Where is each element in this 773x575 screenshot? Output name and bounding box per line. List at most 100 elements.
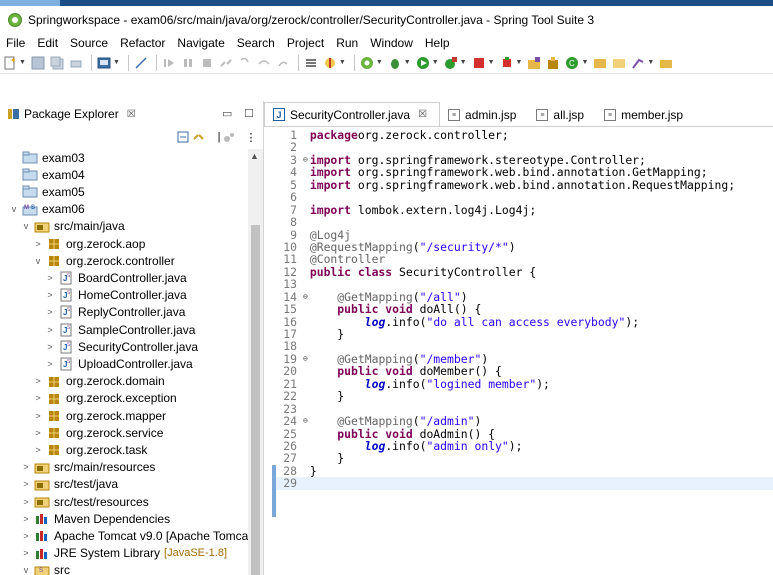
menu-search[interactable]: Search <box>237 36 275 50</box>
tree-item[interactable]: > org.zerock.service <box>0 424 163 441</box>
code-line[interactable]: 7 import lombok.extern.log4j.Log4j; <box>276 203 773 216</box>
new-package-icon[interactable] <box>545 55 561 71</box>
open-folder-icon[interactable] <box>658 55 674 71</box>
stop-server-icon[interactable] <box>471 55 487 71</box>
scrollbar-thumb[interactable] <box>251 225 260 575</box>
code-line[interactable]: 21 log.info("logined member"); <box>276 377 773 390</box>
collapse-chevron-icon[interactable]: > <box>32 411 44 421</box>
collapse-chevron-icon[interactable]: > <box>20 497 32 507</box>
maximize-icon[interactable]: ☐ <box>244 107 254 120</box>
tree-item[interactable]: > Apache Tomcat v9.0 [Apache Tomca <box>0 527 248 544</box>
code-line[interactable]: 27 } <box>276 452 773 465</box>
tree-item[interactable]: exam04 <box>0 166 85 183</box>
tree-item[interactable]: > Maven Dependencies <box>0 510 170 527</box>
collapse-chevron-icon[interactable]: > <box>20 514 32 524</box>
close-icon[interactable]: ☒ <box>418 109 427 120</box>
tree-item[interactable]: > org.zerock.mapper <box>0 407 166 424</box>
run-icon[interactable] <box>415 55 431 71</box>
code-line[interactable]: 17 } <box>276 328 773 341</box>
collapse-chevron-icon[interactable]: > <box>20 548 32 558</box>
link-with-editor-icon[interactable] <box>193 130 207 144</box>
tree-item[interactable]: > J S SampleController.java <box>0 321 195 338</box>
debug-icon[interactable] <box>387 55 403 71</box>
collapse-chevron-icon[interactable]: > <box>32 376 44 386</box>
tree-item[interactable]: > J S HomeController.java <box>0 287 186 304</box>
launch-icon[interactable] <box>499 55 515 71</box>
collapse-chevron-icon[interactable]: > <box>32 445 44 455</box>
collapse-chevron-icon[interactable]: > <box>44 359 56 369</box>
suspend-icon[interactable] <box>180 55 196 71</box>
save-all-icon[interactable] <box>49 55 65 71</box>
code-line[interactable]: 28 } <box>276 464 773 477</box>
collapse-chevron-icon[interactable]: > <box>32 239 44 249</box>
code-line[interactable]: 12 public class SecurityController { <box>276 265 773 278</box>
code-line[interactable]: 5 import org.springframework.web.bind.an… <box>276 178 773 191</box>
menu-refactor[interactable]: Refactor <box>120 36 165 50</box>
search-dropdown-icon[interactable]: ▼ <box>647 59 654 66</box>
editor-tab[interactable]: ≡ admin.jsp <box>440 104 528 126</box>
code-area[interactable]: 1 packageorg.zerock.controller; 2 3 ⊖ impo… <box>276 129 773 575</box>
tree-item[interactable]: v src/main/java <box>0 218 125 235</box>
code-line[interactable]: 16 log.info("do all can access everybody… <box>276 315 773 328</box>
step-over-icon[interactable] <box>256 55 272 71</box>
collapse-chevron-icon[interactable]: > <box>44 307 56 317</box>
collapse-chevron-icon[interactable]: > <box>20 462 32 472</box>
close-icon[interactable]: ☒ <box>127 109 136 120</box>
launch-dropdown-icon[interactable]: ▼ <box>516 59 523 66</box>
collapse-all-icon[interactable] <box>176 130 190 144</box>
step-into-icon[interactable] <box>237 55 253 71</box>
terminal-icon[interactable] <box>96 55 112 71</box>
expand-chevron-icon[interactable]: v <box>20 565 32 575</box>
debug-dropdown-icon[interactable]: ▼ <box>404 59 411 66</box>
package-explorer-tab[interactable]: Package Explorer ☒ ▭ ☐ <box>0 101 263 127</box>
new-java-project-icon[interactable] <box>526 55 542 71</box>
view-menu-icon[interactable]: ⋮ <box>244 130 258 144</box>
focus-on-active-task-icon[interactable] <box>222 130 236 144</box>
code-line[interactable]: 22 } <box>276 390 773 403</box>
save-icon[interactable] <box>30 55 46 71</box>
editor-tab[interactable]: ≡ all.jsp <box>528 104 596 126</box>
terminal-dropdown-icon[interactable]: ▼ <box>113 59 120 66</box>
use-step-filters-icon[interactable] <box>303 55 319 71</box>
tree-item[interactable]: v M Sexam06 <box>0 201 85 218</box>
collapse-chevron-icon[interactable]: > <box>44 342 56 352</box>
minimize-icon[interactable]: ▭ <box>222 107 232 120</box>
open-type-icon[interactable] <box>592 55 608 71</box>
menu-navigate[interactable]: Navigate <box>177 36 224 50</box>
external-tools-dropdown-icon[interactable]: ▼ <box>460 59 467 66</box>
menu-source[interactable]: Source <box>70 36 108 50</box>
expand-chevron-icon[interactable]: v <box>8 204 20 214</box>
collapse-chevron-icon[interactable]: > <box>44 325 56 335</box>
open-task-icon[interactable] <box>611 55 627 71</box>
menu-window[interactable]: Window <box>370 36 413 50</box>
stop-server-dropdown-icon[interactable]: ▼ <box>488 59 495 66</box>
menu-help[interactable]: Help <box>425 36 450 50</box>
tree-item[interactable]: > J S ReplyController.java <box>0 304 185 321</box>
menu-run[interactable]: Run <box>336 36 358 50</box>
editor-tab[interactable]: J SecurityController.java ☒ <box>264 102 441 126</box>
expand-chevron-icon[interactable]: v <box>32 256 44 266</box>
new-class-icon[interactable]: C <box>564 55 580 71</box>
tree-item[interactable]: v org.zerock.controller <box>0 252 175 269</box>
tree-item[interactable]: > src/test/java <box>0 476 118 493</box>
tree-item[interactable]: > org.zerock.domain <box>0 373 164 390</box>
tree-item[interactable]: > J S UploadController.java <box>0 355 192 372</box>
search-tool-icon[interactable] <box>630 55 646 71</box>
new-dropdown-icon[interactable]: ▼ <box>19 59 26 66</box>
tree-item[interactable]: > org.zerock.exception <box>0 390 176 407</box>
code-line[interactable]: 29 <box>276 477 773 490</box>
tree-item[interactable]: > src/test/resources <box>0 493 148 510</box>
run-external-tools-icon[interactable] <box>443 55 459 71</box>
tree-item[interactable]: > src/main/resources <box>0 459 155 476</box>
tree-item[interactable]: v Ssrc <box>0 562 70 575</box>
build-tools-dropdown-icon[interactable]: ▼ <box>339 59 346 66</box>
menu-project[interactable]: Project <box>287 36 324 50</box>
tree-item[interactable]: exam05 <box>0 183 85 200</box>
tree-item[interactable]: > J S SecurityController.java <box>0 338 198 355</box>
build-tools-icon[interactable] <box>322 55 338 71</box>
skip-breakpoints-icon[interactable] <box>133 55 149 71</box>
spring-boot-dashboard-icon[interactable] <box>359 55 375 71</box>
new-icon[interactable]: ✦ <box>2 55 18 71</box>
menu-edit[interactable]: Edit <box>37 36 58 50</box>
collapse-chevron-icon[interactable]: > <box>20 531 32 541</box>
